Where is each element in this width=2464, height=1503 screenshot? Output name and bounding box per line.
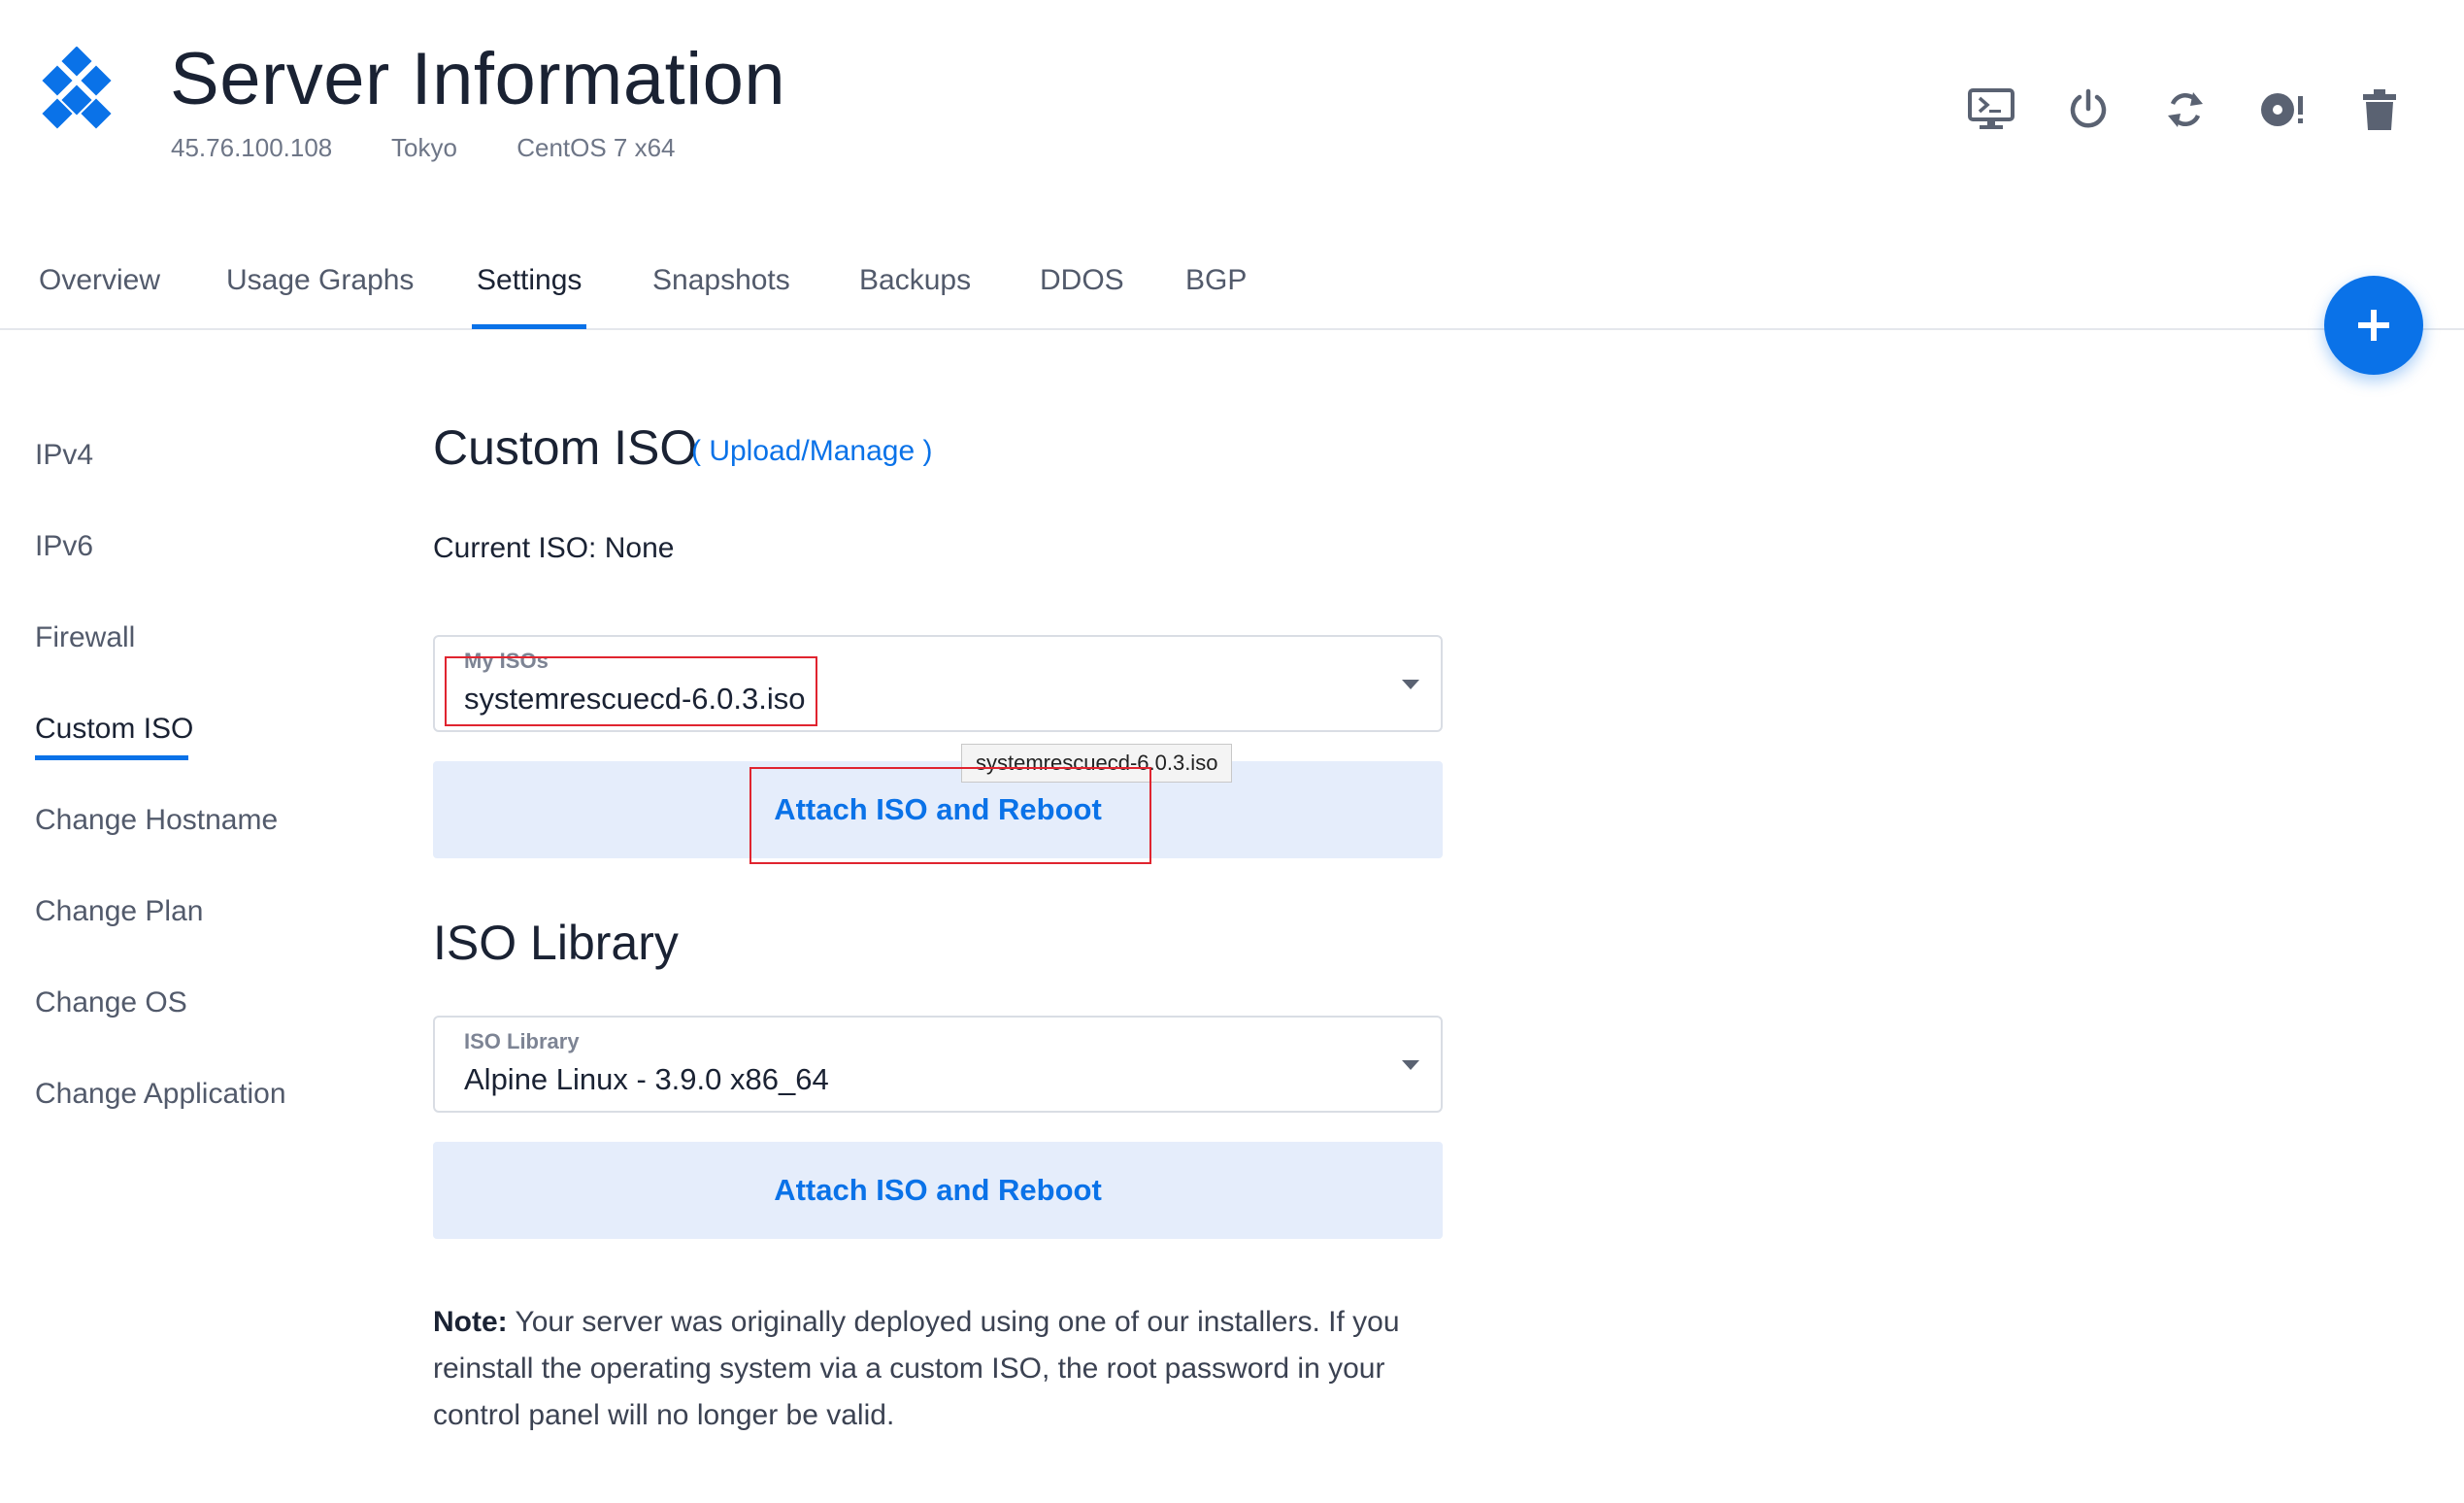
destroy-button[interactable]: [2353, 84, 2406, 136]
server-meta: 45.76.100.108 Tokyo CentOS 7 x64: [171, 133, 728, 163]
highlight-box-button: [749, 767, 1151, 864]
tab-ddos[interactable]: DDOS: [1040, 264, 1124, 297]
upload-manage-link[interactable]: ( Upload/Manage ): [691, 435, 932, 468]
vultr-logo-icon: [42, 47, 112, 129]
tab-snapshots[interactable]: Snapshots: [652, 264, 790, 297]
sidebar-item-ipv6[interactable]: IPv6: [35, 530, 93, 563]
trash-icon: [2363, 89, 2396, 130]
note-prefix: Note:: [433, 1306, 508, 1338]
server-tabs: Overview Usage Graphs Settings Snapshots…: [0, 243, 2464, 330]
reinstall-icon: [2261, 93, 2303, 126]
sidebar-item-change-os[interactable]: Change OS: [35, 986, 187, 1019]
server-ip: 45.76.100.108: [171, 133, 333, 162]
active-sidebar-indicator: [35, 755, 188, 760]
iso-library-label: ISO Library: [464, 1029, 580, 1053]
server-os: CentOS 7 x64: [516, 133, 676, 162]
highlight-box-select: [445, 656, 817, 726]
chevron-down-icon: [1402, 680, 1419, 689]
reinstall-button[interactable]: [2256, 84, 2309, 136]
server-actions: [1965, 84, 2406, 136]
power-icon: [2070, 88, 2107, 128]
chevron-down-icon: [1402, 1060, 1419, 1070]
note-text: Note: Your server was originally deploye…: [433, 1299, 1462, 1439]
restart-button[interactable]: [2159, 84, 2212, 136]
restart-icon: [2168, 92, 2203, 127]
tab-backups[interactable]: Backups: [859, 264, 971, 297]
console-button[interactable]: [1965, 84, 2017, 136]
attach-library-iso-button[interactable]: Attach ISO and Reboot: [433, 1142, 1443, 1239]
page-title: Server Information: [170, 38, 786, 120]
active-tab-indicator: [472, 324, 586, 329]
sidebar-item-firewall[interactable]: Firewall: [35, 621, 135, 654]
iso-library-select[interactable]: ISO Library Alpine Linux - 3.9.0 x86_64: [433, 1016, 1443, 1113]
tab-usage-graphs[interactable]: Usage Graphs: [226, 264, 414, 297]
add-button[interactable]: [2324, 276, 2423, 375]
sidebar-item-change-plan[interactable]: Change Plan: [35, 895, 203, 928]
sidebar-item-change-application[interactable]: Change Application: [35, 1078, 286, 1111]
plus-icon: [2358, 310, 2389, 341]
sidebar-item-ipv4[interactable]: IPv4: [35, 439, 93, 472]
tab-overview[interactable]: Overview: [39, 264, 160, 297]
tab-settings[interactable]: Settings: [477, 264, 582, 297]
power-button[interactable]: [2062, 84, 2114, 136]
sidebar-item-custom-iso[interactable]: Custom ISO: [35, 713, 193, 746]
iso-library-value: Alpine Linux - 3.9.0 x86_64: [464, 1062, 829, 1096]
iso-library-heading: ISO Library: [433, 916, 679, 970]
server-location: Tokyo: [391, 133, 457, 162]
sidebar-item-change-hostname[interactable]: Change Hostname: [35, 804, 278, 837]
console-icon: [1968, 88, 2014, 129]
custom-iso-heading: Custom ISO: [433, 420, 698, 475]
note-body: Your server was originally deployed usin…: [433, 1306, 1400, 1431]
current-iso-text: Current ISO: None: [433, 532, 675, 564]
tab-bgp[interactable]: BGP: [1185, 264, 1247, 297]
